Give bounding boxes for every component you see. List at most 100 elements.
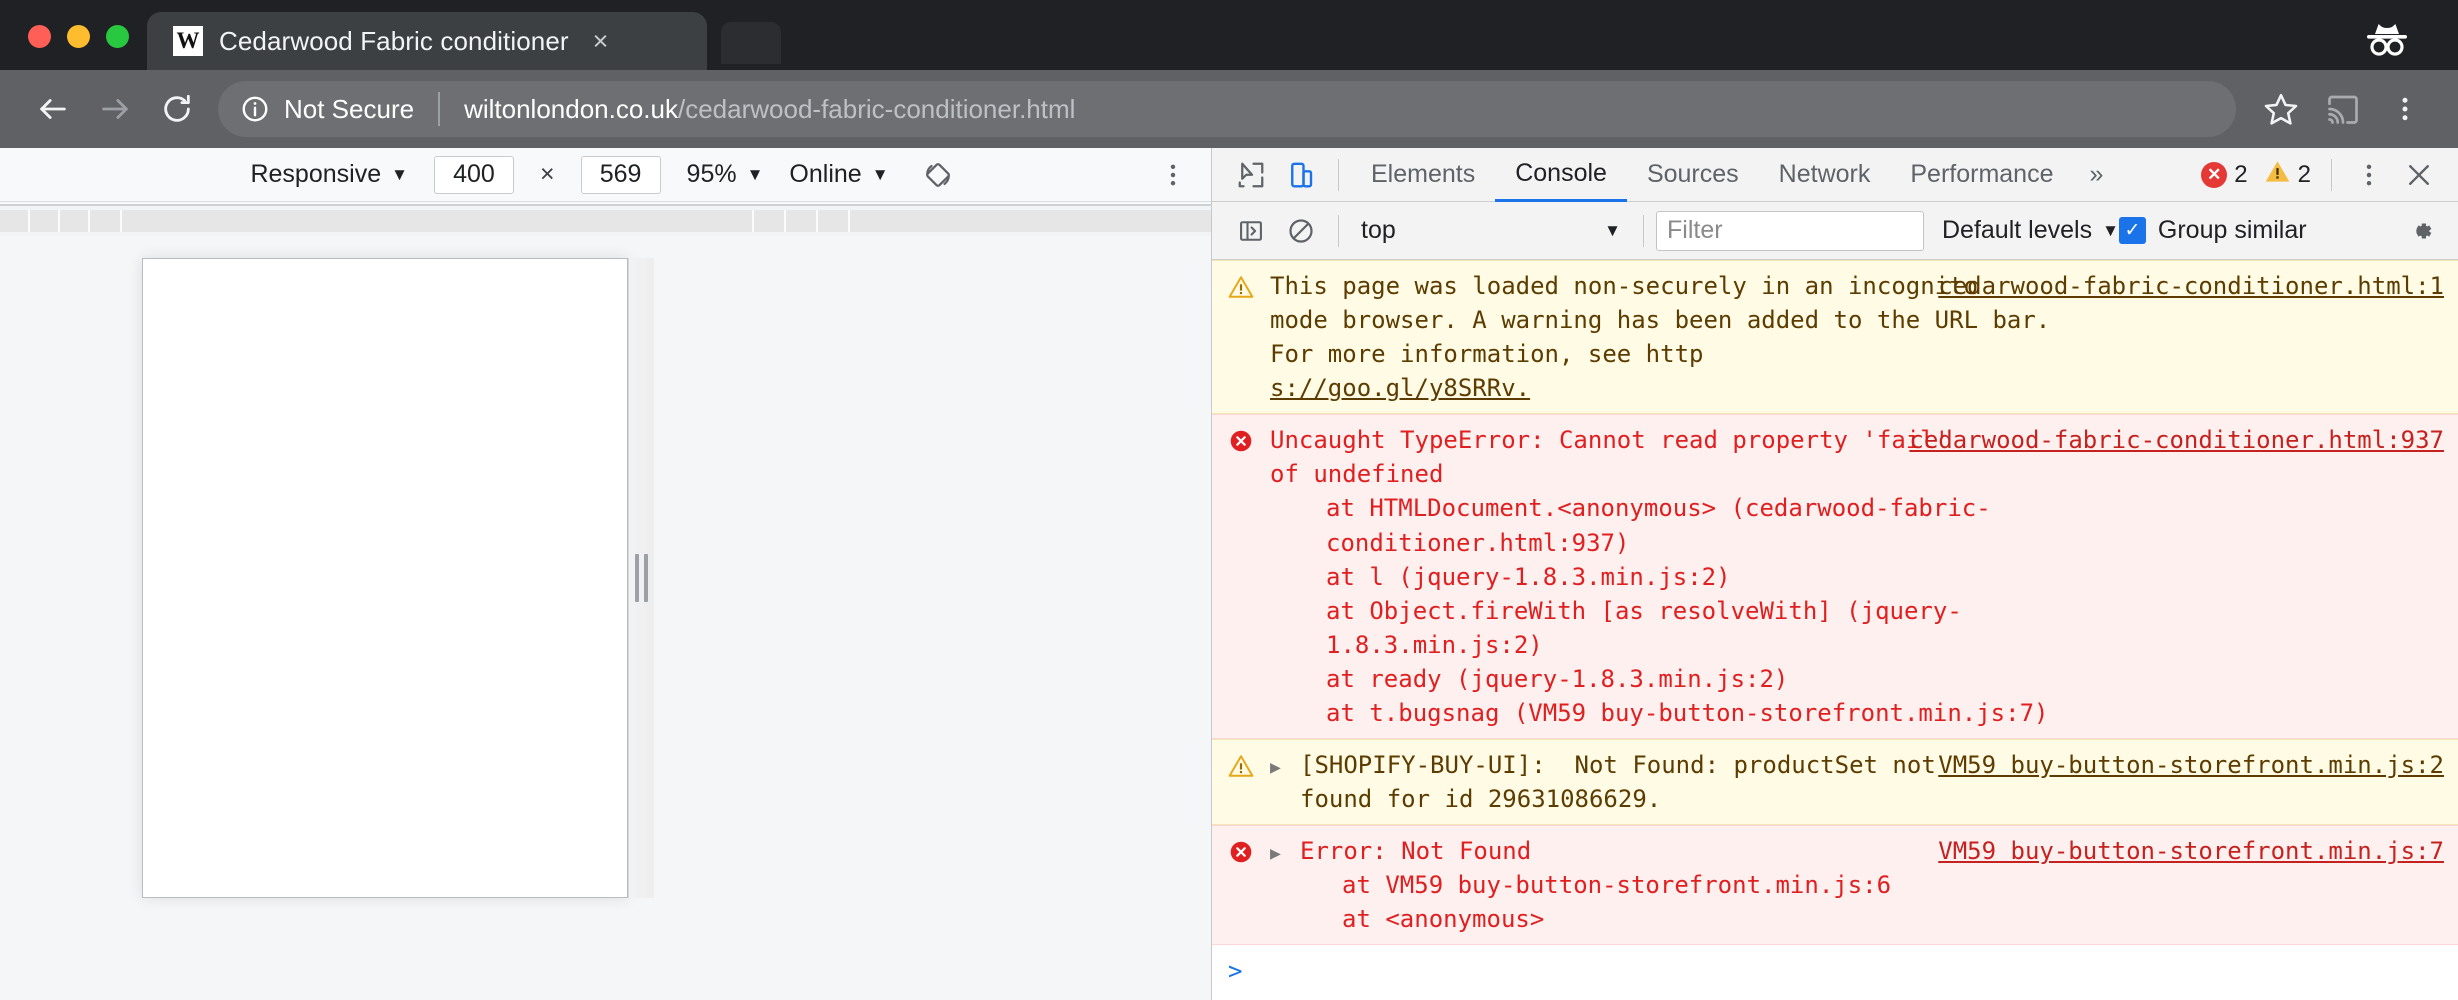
reload-icon[interactable]: [146, 78, 208, 140]
devtools-menu-icon[interactable]: [2344, 150, 2394, 200]
console-stack-line[interactable]: at l (jquery-1.8.3.min.js:2): [1270, 560, 2104, 594]
console-message-warning[interactable]: This page was loaded non-securely in an …: [1212, 260, 2458, 415]
console-message-line: of undefined: [1270, 460, 1444, 489]
tab-network[interactable]: Network: [1759, 148, 1891, 202]
omnibox-divider: [438, 92, 441, 126]
toolbar-divider: [1338, 158, 1339, 191]
close-window-button[interactable]: [28, 25, 51, 48]
chevron-down-icon: ▼: [1604, 221, 1621, 240]
clear-console-icon[interactable]: [1276, 206, 1326, 256]
console-filter-bar: top ▼ Filter Default levels ▼ ✓ Group si…: [1212, 202, 2458, 260]
device-toolbar-menu-icon[interactable]: [1159, 148, 1187, 202]
console-message-error[interactable]: ▶ Error: Not Found at VM59 buy-button-st…: [1212, 825, 2458, 946]
console-stack-line[interactable]: at VM59 buy-button-storefront.min.js:6: [1300, 868, 2104, 902]
warning-count-label: 2: [2297, 160, 2311, 188]
console-message-source[interactable]: cedarwood-fabric-conditioner.html:937: [1909, 423, 2444, 457]
tab-sources[interactable]: Sources: [1627, 148, 1759, 202]
url-path: /cedarwood-fabric-conditioner.html: [678, 93, 1076, 124]
viewport-resize-handle[interactable]: [628, 258, 654, 898]
device-preset-label: Responsive: [250, 160, 382, 188]
zoom-select[interactable]: 95% ▼: [687, 160, 764, 189]
console-output: This page was loaded non-securely in an …: [1212, 260, 2458, 1000]
console-stack-line[interactable]: at ready (jquery-1.8.3.min.js:2): [1270, 662, 2104, 696]
console-message-body: This page was loaded non-securely in an …: [1270, 269, 2444, 405]
console-message-line: mode browser. A warning has been added t…: [1270, 306, 2065, 369]
zoom-level-label: 95%: [686, 160, 737, 188]
viewport-height-input[interactable]: 569: [580, 155, 661, 194]
devtools-tab-bar: Elements Console Sources Network Perform…: [1212, 148, 2458, 202]
tab-performance[interactable]: Performance: [1890, 148, 2073, 202]
viewport-width-input[interactable]: 400: [433, 155, 514, 194]
console-stack-line[interactable]: at t.bugsnag (VM59 buy-button-storefront…: [1270, 696, 2104, 730]
more-tabs-icon[interactable]: »: [2073, 160, 2119, 189]
expand-arrow-icon[interactable]: ▶: [1270, 834, 1288, 936]
forward-arrow-icon[interactable]: [84, 78, 146, 140]
viewport-ruler: [0, 206, 1211, 236]
info-circle-icon[interactable]: [240, 94, 270, 124]
window-controls: [0, 25, 129, 70]
browser-tab[interactable]: W Cedarwood Fabric conditioner ×: [147, 12, 707, 70]
error-circle-icon: [1228, 423, 1258, 730]
dimension-separator: ×: [539, 160, 555, 188]
console-message-error[interactable]: Uncaught TypeError: Cannot read property…: [1212, 414, 2458, 740]
minimize-window-button[interactable]: [67, 25, 90, 48]
back-arrow-icon[interactable]: [22, 78, 84, 140]
warning-triangle-icon: [1228, 269, 1258, 405]
tab-console[interactable]: Console: [1495, 148, 1627, 202]
group-similar-checkbox[interactable]: ✓: [2118, 217, 2146, 244]
device-toolbar-icon[interactable]: [1276, 150, 1326, 200]
console-message-warning[interactable]: ▶ [SHOPIFY-BUY-UI]: Not Found: productSe…: [1212, 739, 2458, 826]
browser-menu-icon[interactable]: [2374, 78, 2436, 140]
console-message-body: [SHOPIFY-BUY-UI]: Not Found: productSet …: [1300, 748, 2444, 816]
device-emulation-pane: Responsive ▼ 400 × 569 95% ▼ Online ▼: [0, 148, 1212, 1000]
tab-elements[interactable]: Elements: [1351, 148, 1495, 202]
console-stack-line[interactable]: at Object.fireWith [as resolveWith] (jqu…: [1270, 594, 2104, 662]
new-tab-button[interactable]: [721, 22, 781, 64]
tab-title: Cedarwood Fabric conditioner: [219, 25, 569, 56]
emulated-page-frame[interactable]: [142, 258, 628, 898]
console-stack-line: at <anonymous>: [1342, 905, 1545, 934]
cast-icon[interactable]: [2312, 78, 2374, 140]
throttling-select[interactable]: Online ▼: [789, 160, 888, 189]
console-filter-input[interactable]: Filter: [1656, 210, 1924, 251]
security-status-label: Not Secure: [284, 93, 415, 124]
log-levels-select[interactable]: Default levels ▼: [1942, 216, 2119, 245]
console-sidebar-icon[interactable]: [1226, 206, 1276, 256]
console-settings-gear-icon[interactable]: [2406, 216, 2444, 246]
log-levels-label: Default levels: [1942, 216, 2093, 244]
console-message-source[interactable]: cedarwood-fabric-conditioner.html:1: [1938, 269, 2444, 303]
chevron-down-icon: ▼: [391, 165, 408, 184]
filter-divider: [1338, 214, 1339, 247]
error-count-label: 2: [2234, 160, 2248, 188]
close-tab-icon[interactable]: ×: [593, 27, 609, 55]
group-similar-label: Group similar: [2157, 216, 2307, 244]
expand-arrow-icon[interactable]: ▶: [1270, 748, 1288, 816]
incognito-icon: [2350, 14, 2424, 60]
browser-toolbar: Not Secure wiltonlondon.co.uk/cedarwood-…: [0, 70, 2458, 148]
url-host: wiltonlondon.co.uk: [464, 93, 678, 124]
close-devtools-icon[interactable]: [2394, 150, 2444, 200]
star-icon[interactable]: [2250, 78, 2312, 140]
warning-triangle-icon: [2264, 158, 2291, 192]
chevron-down-icon: ▼: [2102, 221, 2119, 240]
error-count-badge[interactable]: ✕ 2: [2193, 161, 2255, 189]
url-text: wiltonlondon.co.uk/cedarwood-fabric-cond…: [464, 94, 1075, 125]
inspect-element-icon[interactable]: [1226, 150, 1276, 200]
console-message-source[interactable]: VM59 buy-button-storefront.min.js:7: [1938, 834, 2444, 868]
chevron-down-icon: ▼: [746, 165, 764, 184]
address-bar[interactable]: Not Secure wiltonlondon.co.uk/cedarwood-…: [218, 81, 2236, 137]
console-message-source[interactable]: VM59 buy-button-storefront.min.js:2: [1938, 748, 2444, 782]
emulated-viewport-stage: [0, 236, 1211, 1000]
throttling-label: Online: [789, 160, 862, 188]
tab-strip: W Cedarwood Fabric conditioner ×: [0, 0, 2458, 70]
console-message-link[interactable]: s://goo.gl/y8SRRv.: [1270, 371, 2104, 405]
console-message-body: Uncaught TypeError: Cannot read property…: [1270, 423, 2444, 730]
console-stack-line[interactable]: at HTMLDocument.<anonymous> (cedarwood-f…: [1270, 491, 2104, 559]
device-preset-select[interactable]: Responsive ▼: [250, 160, 407, 189]
execution-context-select[interactable]: top ▼: [1351, 211, 1631, 251]
console-prompt[interactable]: >: [1212, 945, 2458, 997]
maximize-window-button[interactable]: [106, 25, 129, 48]
chevron-down-icon: ▼: [871, 165, 889, 184]
warning-count-badge[interactable]: 2: [2256, 158, 2319, 192]
rotate-device-icon[interactable]: [915, 152, 961, 198]
